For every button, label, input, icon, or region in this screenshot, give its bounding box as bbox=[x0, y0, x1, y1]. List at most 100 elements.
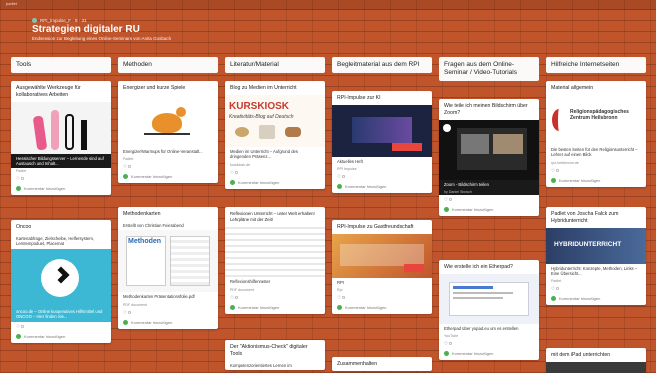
card-title: Blog zu Medien im Unterricht bbox=[230, 85, 297, 91]
card-title: Zusammenhalten bbox=[337, 361, 378, 367]
like-button[interactable]: ♡ 0 bbox=[332, 172, 432, 182]
card[interactable]: Energizer und kurze Spiele Energizer/War… bbox=[118, 81, 218, 184]
like-button[interactable]: ♡ 0 bbox=[439, 339, 539, 349]
board-header: RPI_Impulse_F · 9 · 31 Strategien digita… bbox=[32, 18, 171, 41]
like-button[interactable]: ♡ 0 bbox=[225, 293, 325, 303]
like-button[interactable]: ♡ 0 bbox=[546, 284, 646, 294]
page-subtitle: Endsession zur Begleitung eines Online-S… bbox=[32, 36, 172, 41]
column-title: Hilfreiche Internetseiten bbox=[546, 57, 646, 74]
card[interactable]: Der "Aktionismus-Check" digitaler Tools … bbox=[225, 340, 325, 370]
card[interactable]: mit dem iPad unterrichten bbox=[546, 348, 646, 373]
breadcrumb[interactable]: RPI_Impulse_F · 9 · 31 bbox=[32, 18, 171, 23]
card-caption: Hessischer Bildungsserver – Lernende sin… bbox=[11, 153, 111, 169]
card[interactable]: RPI-Impulse zu Gastfreundschaft RPI Rpi … bbox=[332, 220, 432, 315]
like-button[interactable]: ♡ 0 bbox=[546, 166, 646, 176]
add-comment[interactable]: Kommentar hinzufügen bbox=[439, 205, 539, 216]
card-title: Ausgewählte Werkzeuge für kollaboratives… bbox=[16, 85, 81, 98]
rpz-logo bbox=[552, 108, 566, 131]
card-caption: Aktuelles Heft bbox=[337, 158, 363, 164]
card-image bbox=[11, 248, 111, 307]
comment-icon bbox=[123, 174, 128, 180]
card-caption: RPI bbox=[337, 279, 344, 285]
card-title: Wie teile ich meinen Bildschirm über Zoo… bbox=[444, 103, 528, 116]
column-title: Methoden bbox=[118, 57, 218, 74]
card[interactable]: RPI-Impulse zur KI Aktuelles Heft RPI Im… bbox=[332, 91, 432, 194]
card-caption: Die besten Seiten für den Religionsunter… bbox=[551, 146, 638, 158]
like-button[interactable]: ♡ 0 bbox=[11, 174, 111, 184]
like-button[interactable]: ♡ 0 bbox=[118, 162, 218, 172]
column-title: Fragen aus dem Online-Seminar / Video-Tu… bbox=[439, 57, 539, 82]
card[interactable]: Padlet von Joscha Falck zum Hybridunterr… bbox=[546, 207, 646, 306]
card[interactable]: Ausgewählte Werkzeuge für kollaboratives… bbox=[11, 81, 111, 196]
card[interactable]: Wie erstelle ich ein Etherpad? Etherpad … bbox=[439, 260, 539, 361]
add-comment[interactable]: Kommentar hinzufügen bbox=[11, 184, 111, 195]
play-icon[interactable] bbox=[443, 123, 451, 132]
add-comment[interactable]: Kommentar hinzufügen bbox=[546, 176, 646, 187]
card-image bbox=[546, 361, 646, 373]
card-title: Oncoo bbox=[16, 224, 32, 230]
app-label: padlet bbox=[6, 1, 17, 6]
comment-icon bbox=[551, 296, 556, 302]
card-image: Methoden bbox=[118, 230, 218, 293]
add-comment[interactable]: Kommentar hinzufügen bbox=[225, 178, 325, 189]
card-image bbox=[439, 273, 539, 324]
like-button[interactable]: ♡ 0 bbox=[439, 195, 539, 205]
card-caption: Hybridunterricht: Konzepte, Methoden, Li… bbox=[551, 265, 638, 276]
card-image: Religionspädagogisches Zentrum Heilsbron… bbox=[546, 94, 646, 145]
card-image bbox=[11, 101, 111, 154]
card-text: Kompetenzorientiertes Lernen im bbox=[230, 362, 292, 368]
avatar bbox=[32, 18, 37, 23]
add-comment[interactable]: Kommentar hinzufügen bbox=[546, 294, 646, 305]
card-title: Energizer und kurze Spiele bbox=[123, 85, 186, 91]
comment-icon bbox=[16, 186, 21, 192]
card-image bbox=[439, 119, 539, 180]
add-comment[interactable]: Kommentar hinzufügen bbox=[118, 318, 218, 329]
column-tools: Tools Ausgewählte Werkzeuge für kollabor… bbox=[11, 57, 111, 343]
comment-icon bbox=[123, 319, 128, 325]
card-caption: Etherpad über yopad.eu um es erstellen bbox=[444, 325, 519, 331]
top-bar: padlet bbox=[0, 0, 656, 10]
like-button[interactable]: ♡ 0 bbox=[225, 168, 325, 178]
column-title: Begleitmaterial aus dem RPI bbox=[332, 57, 432, 74]
card-title: Methodenkarten bbox=[123, 211, 161, 217]
add-comment[interactable]: Kommentar hinzufügen bbox=[439, 349, 539, 360]
card-image bbox=[332, 104, 432, 157]
card-title: Padlet von Joscha Falck zum Hybridunterr… bbox=[551, 211, 619, 224]
card-image bbox=[332, 233, 432, 278]
add-comment[interactable]: Kommentar hinzufügen bbox=[11, 332, 111, 343]
card[interactable]: Zusammenhalten bbox=[332, 357, 432, 371]
comment-icon bbox=[16, 333, 21, 339]
card[interactable]: Blog zu Medien im Unterricht KURSKIOSK K… bbox=[225, 81, 325, 189]
card-title: mit dem iPad unterrichten bbox=[551, 352, 611, 358]
card-caption: Energizer/Warmups für Online-Veranstalt.… bbox=[123, 148, 203, 154]
column-literatur: Literatur/Material Blog zu Medien im Unt… bbox=[225, 57, 325, 370]
like-button[interactable]: ♡ 0 bbox=[332, 293, 432, 303]
card-caption: Methodenkarten Präsentationsfolie.pdf bbox=[123, 294, 195, 300]
comment-icon bbox=[444, 351, 449, 357]
like-button[interactable]: ♡ 0 bbox=[118, 308, 218, 318]
comment-icon bbox=[230, 304, 235, 310]
column-methoden: Methoden Energizer und kurze Spiele Ener… bbox=[118, 57, 218, 329]
card-title: RPI-Impulse zur KI bbox=[337, 95, 381, 101]
column-title: Literatur/Material bbox=[225, 57, 325, 74]
card[interactable]: Methodenkarten Erstellt von Christian Fe… bbox=[118, 207, 218, 329]
card-text: Kartenabfrage, Zielscheibe, Helfersystem… bbox=[16, 235, 94, 247]
add-comment[interactable]: Kommentar hinzufügen bbox=[332, 182, 432, 193]
card[interactable]: Oncoo Kartenabfrage, Zielscheibe, Helfer… bbox=[11, 220, 111, 343]
card-image bbox=[118, 94, 218, 147]
column-fragen: Fragen aus dem Online-Seminar / Video-Tu… bbox=[439, 57, 539, 361]
comment-icon bbox=[230, 179, 235, 185]
card[interactable]: Wie teile ich meinen Bildschirm über Zoo… bbox=[439, 99, 539, 216]
card-title: Reflexionen Unterricht – unter Welt erha… bbox=[230, 211, 315, 222]
comment-icon bbox=[337, 305, 342, 311]
card[interactable]: Material allgemein Religionspädagogische… bbox=[546, 81, 646, 187]
kurskiosk-logo: KURSKIOSK bbox=[229, 100, 290, 112]
card[interactable]: Reflexionen Unterricht – unter Welt erha… bbox=[225, 207, 325, 314]
card-image: HYBRIDUNTERRICHT bbox=[546, 227, 646, 264]
add-comment[interactable]: Kommentar hinzufügen bbox=[118, 172, 218, 183]
add-comment[interactable]: Kommentar hinzufügen bbox=[332, 303, 432, 314]
like-button[interactable]: ♡ 0 bbox=[11, 322, 111, 332]
add-comment[interactable]: Kommentar hinzufügen bbox=[225, 303, 325, 314]
card-title: Material allgemein bbox=[551, 85, 594, 91]
comment-icon bbox=[551, 177, 556, 183]
